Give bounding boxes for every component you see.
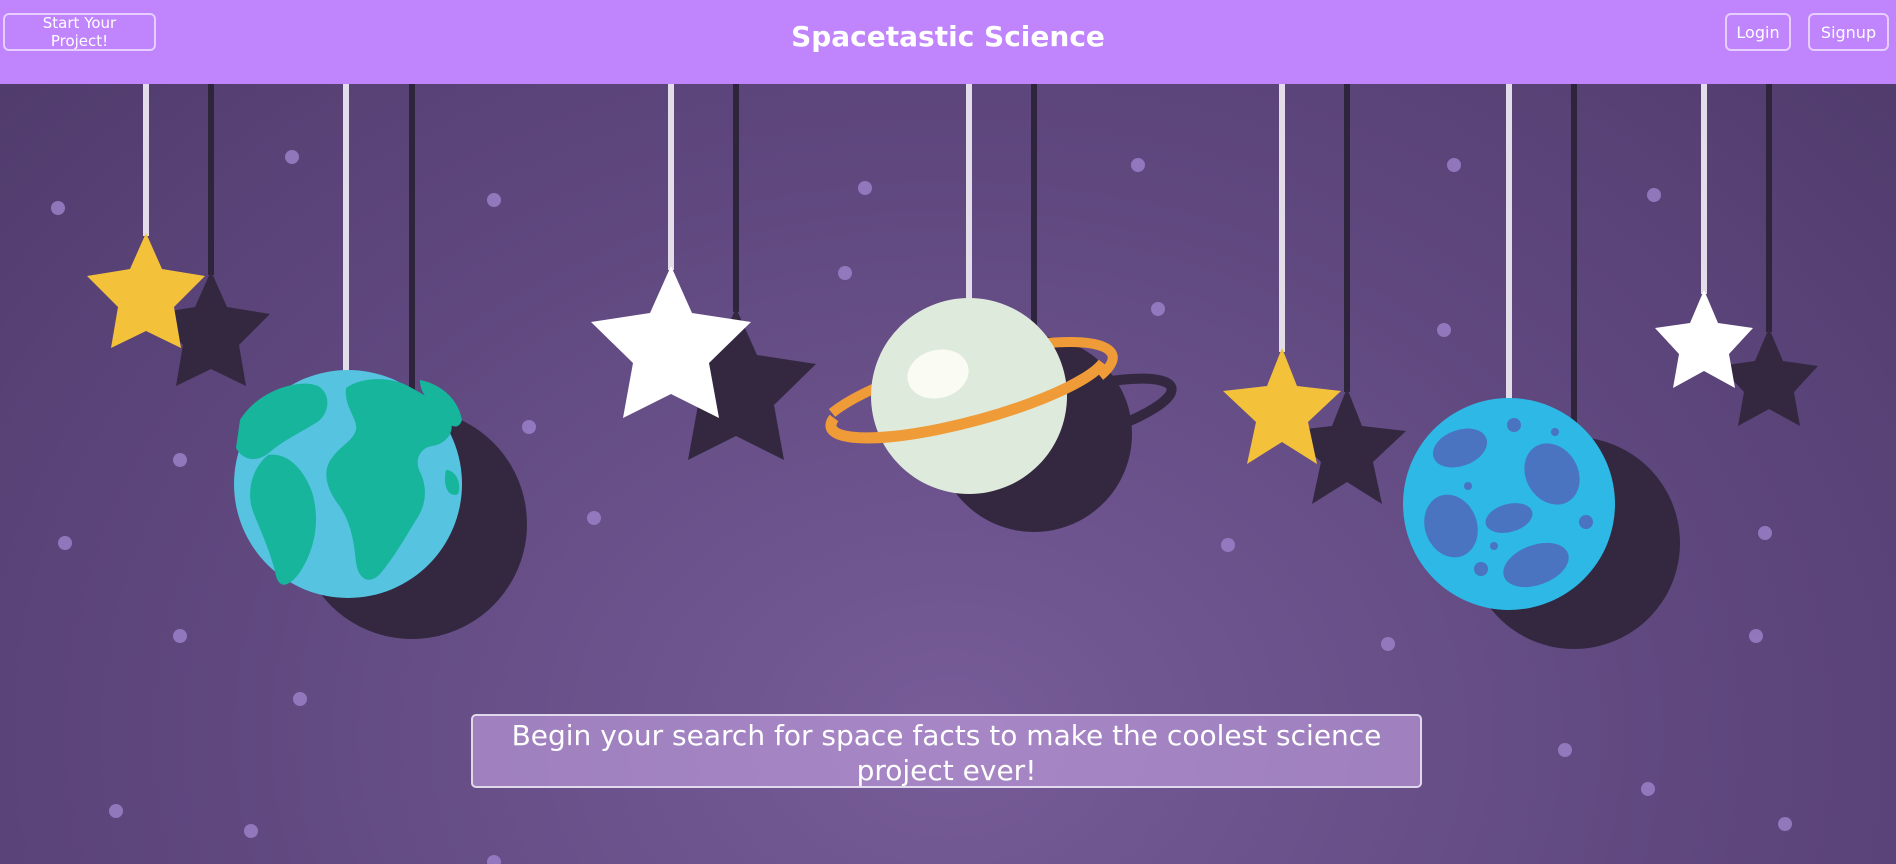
brand-title[interactable]: Spacetastic Science: [791, 20, 1105, 53]
brand-title-wrap: Spacetastic Science: [0, 20, 1896, 53]
start-project-button[interactable]: Start Your Project!: [3, 13, 156, 51]
hero-tagline: Begin your search for space facts to mak…: [471, 714, 1422, 788]
top-navbar: Start Your Project! Spacetastic Science …: [0, 0, 1896, 84]
earth-planet-icon: [234, 370, 462, 598]
login-button[interactable]: Login: [1725, 13, 1791, 51]
signup-button[interactable]: Signup: [1808, 13, 1889, 51]
blue-cratered-planet-icon: [1403, 398, 1615, 610]
